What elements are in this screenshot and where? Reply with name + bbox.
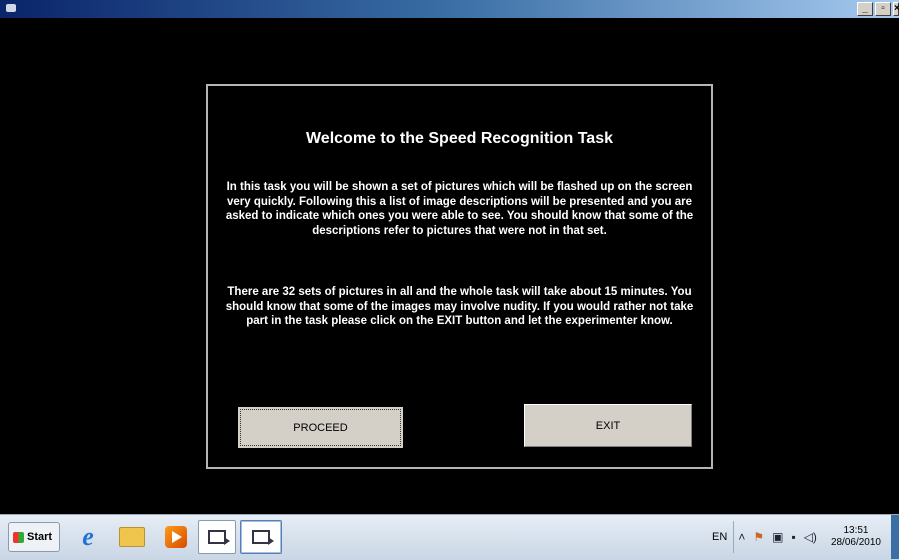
instructions-paragraph-2: There are 32 sets of pictures in all and… — [225, 286, 694, 327]
media-player-icon[interactable] — [158, 520, 194, 554]
taskbar: Start e EN ˄ ⚑ ▣ ▪ ◁) 13:51 28/06/2010 — [0, 514, 899, 560]
restore-button[interactable]: ▫ — [875, 2, 891, 16]
network-icon[interactable]: ▪ — [791, 530, 795, 544]
window-icon — [208, 530, 230, 545]
proceed-button[interactable]: PROCEED — [237, 406, 404, 449]
taskbar-window-button-1[interactable] — [198, 520, 236, 554]
folder-icon[interactable] — [114, 520, 150, 554]
up-arrow-icon[interactable]: ˄ — [738, 530, 745, 544]
minimize-button[interactable]: _ — [857, 2, 873, 16]
exit-button[interactable]: EXIT — [524, 404, 692, 447]
dialog-title: Welcome to the Speed Recognition Task — [305, 130, 613, 147]
language-indicator[interactable]: EN — [712, 531, 727, 543]
clock[interactable]: 13:51 28/06/2010 — [825, 525, 887, 549]
show-desktop-button[interactable] — [891, 515, 899, 559]
system-tray: EN ˄ ⚑ ▣ ▪ ◁) 13:51 28/06/2010 — [712, 515, 899, 559]
notification-area: ˄ ⚑ ▣ ▪ ◁) 13:51 28/06/2010 — [733, 521, 891, 553]
window-controls: _ ▫ × — [857, 2, 899, 16]
system-menu-icon[interactable] — [6, 4, 16, 12]
instructions-paragraph-1: In this task you will be shown a set of … — [225, 181, 694, 237]
flag-icon[interactable]: ⚑ — [753, 530, 764, 544]
close-button[interactable]: × — [893, 2, 899, 16]
taskbar-window-button-2[interactable] — [240, 520, 282, 554]
windows-logo-icon — [13, 531, 24, 543]
start-button[interactable]: Start — [8, 522, 60, 552]
start-label: Start — [27, 531, 53, 543]
window-icon — [252, 530, 274, 545]
window-titlebar: _ ▫ × — [0, 0, 899, 18]
volume-icon[interactable]: ◁) — [804, 530, 817, 544]
clock-date: 28/06/2010 — [830, 537, 881, 548]
internet-explorer-icon[interactable]: e — [70, 520, 106, 554]
device-icon[interactable]: ▣ — [772, 530, 783, 544]
clock-time: 13:51 — [843, 525, 869, 536]
welcome-dialog: Welcome to the Speed Recognition Task In… — [206, 84, 713, 469]
